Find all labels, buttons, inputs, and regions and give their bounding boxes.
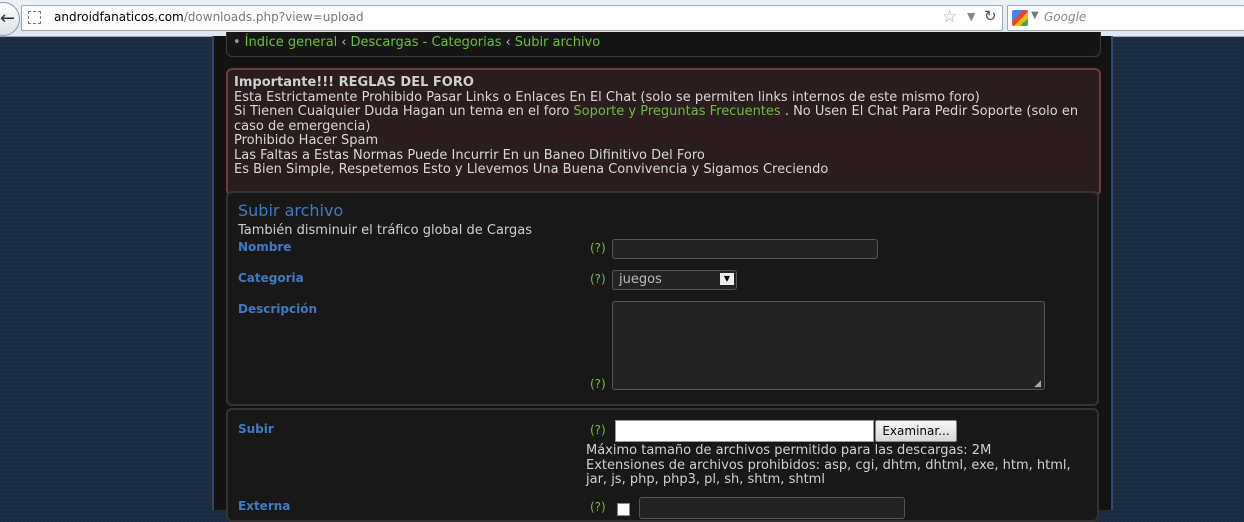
description-label: Descripción	[238, 302, 317, 316]
file-path-input[interactable]	[615, 420, 874, 442]
description-help-link[interactable]: (?)	[590, 377, 606, 391]
rules-title: Importante!!! REGLAS DEL FORO	[234, 75, 474, 90]
url-path: /downloads.php?view=upload	[183, 10, 364, 24]
support-forum-link[interactable]: Soporte y Preguntas Frecuentes	[573, 104, 780, 119]
rules-line: Es Bien Simple, Respetemos Esto y Llevem…	[234, 162, 829, 177]
url-host: androidfanaticos.com	[54, 10, 184, 24]
dropdown-arrow-icon[interactable]: ▼	[720, 273, 734, 285]
resize-grip-icon[interactable]: ◢	[1034, 379, 1041, 389]
search-box[interactable]: ▼ Google	[1007, 5, 1244, 31]
external-url-input[interactable]	[639, 497, 905, 519]
google-engine-icon[interactable]	[1012, 10, 1028, 26]
bookmark-star-icon[interactable]: ☆	[942, 7, 957, 27]
breadcrumb-downloads-link[interactable]: Descargas - Categorias	[351, 35, 502, 50]
bullet-icon: •	[233, 35, 241, 50]
address-bar[interactable]: androidfanaticos.com/downloads.php?view=…	[21, 5, 1003, 31]
category-label: Categoria	[238, 271, 304, 285]
upload-info: Máximo tamaño de archivos permitido para…	[586, 443, 1086, 488]
upload-help-link[interactable]: (?)	[590, 423, 606, 437]
rules-line: Prohibido Hacer Spam	[234, 133, 379, 148]
file-upload-panel: Subir (?) Examinar... Máximo tamaño de a…	[226, 408, 1099, 522]
category-select[interactable]: juegos ▼	[612, 270, 737, 290]
name-input[interactable]	[612, 239, 878, 259]
upload-label: Subir	[238, 422, 274, 436]
category-selected: juegos	[619, 272, 662, 287]
breadcrumb-separator-icon: ‹	[505, 35, 511, 50]
panel-title: Subir archivo	[238, 201, 344, 220]
breadcrumb-index-link[interactable]: Índice general	[245, 35, 338, 50]
browse-button[interactable]: Examinar...	[875, 420, 957, 442]
engine-dropdown-icon[interactable]: ▼	[1031, 10, 1039, 21]
history-dropdown-icon[interactable]: ▼	[967, 10, 975, 23]
forum-page: • Índice general ‹ Descargas - Categorias ‹ S…	[212, 32, 1113, 522]
external-label: Externa	[238, 499, 291, 513]
name-help-link[interactable]: (?)	[590, 241, 606, 255]
url-text: androidfanaticos.com/downloads.php?view=…	[54, 10, 364, 24]
rules-line: Si Tienen Cualquier Duda Hagan un tema e…	[234, 104, 1093, 134]
breadcrumb: • Índice general ‹ Descargas - Categorias ‹ S…	[226, 32, 1101, 57]
back-arrow-icon: ←	[0, 8, 16, 29]
breadcrumb-separator-icon: ‹	[341, 35, 347, 50]
description-textarea[interactable]: ◢	[612, 301, 1045, 390]
rules-line: Las Faltas a Estas Normas Puede Incurrir…	[234, 147, 705, 163]
forbidden-extensions-text: Extensiones de archivos prohibidos: asp,…	[586, 457, 1071, 487]
upload-form-panel: Subir archivo También disminuir el tráfi…	[226, 191, 1099, 406]
rules-text: Si Tienen Cualquier Duda Hagan un tema e…	[234, 104, 574, 119]
external-help-link[interactable]: (?)	[590, 500, 606, 514]
breadcrumb-upload-link[interactable]: Subir archivo	[515, 35, 601, 50]
forum-rules-box: Importante!!! REGLAS DEL FORO Esta Estri…	[226, 68, 1101, 196]
reload-icon[interactable]: ↻	[984, 7, 997, 25]
category-help-link[interactable]: (?)	[590, 272, 606, 286]
search-placeholder: Google	[1044, 10, 1087, 24]
rules-line: Esta Estrictamente Prohibido Pasar Links…	[234, 89, 980, 105]
panel-subtitle: También disminuir el tráfico global de C…	[238, 223, 533, 238]
site-identity-icon[interactable]	[28, 11, 41, 24]
back-button[interactable]: ←	[0, 2, 20, 36]
name-label: Nombre	[238, 240, 292, 254]
max-size-text: Máximo tamaño de archivos permitido para…	[586, 443, 992, 458]
